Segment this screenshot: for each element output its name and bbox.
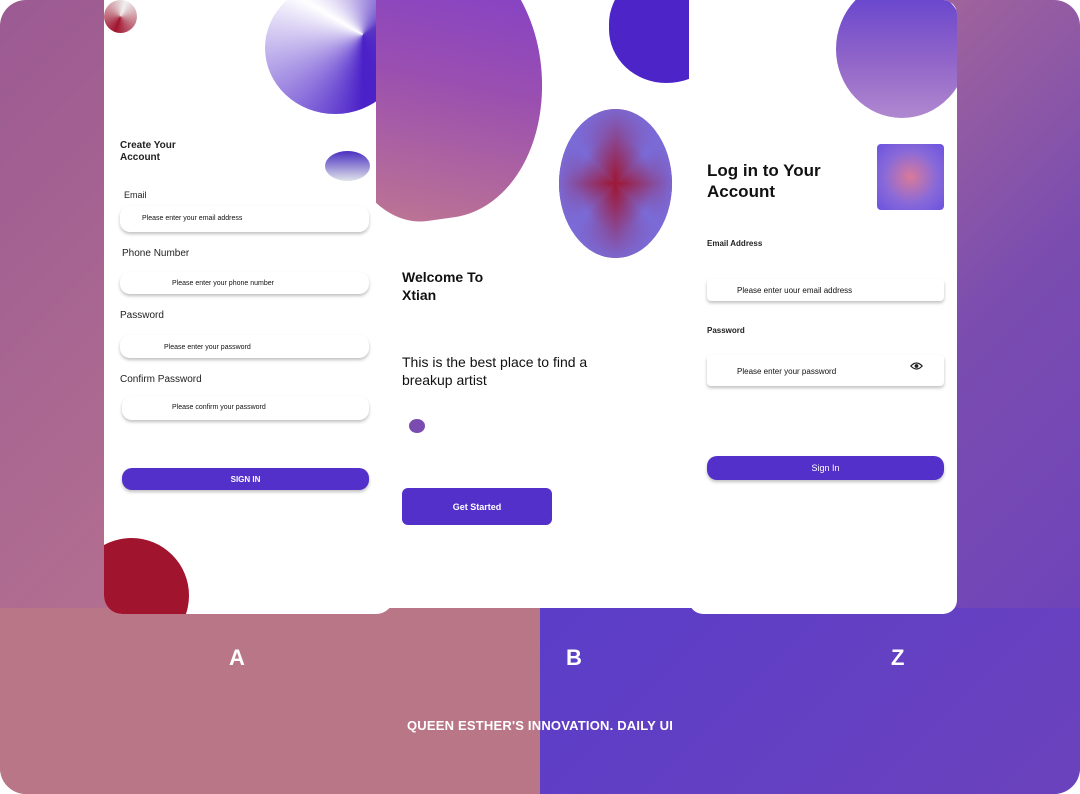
decorative-ellipse-overlay xyxy=(559,109,672,258)
login-screen: Log in to Your Account Email Address Ple… xyxy=(689,0,957,614)
password-label: Password xyxy=(120,310,164,321)
email-field[interactable]: Please enter uour email address xyxy=(707,279,944,301)
footer-credit: QUEEN ESTHER'S INNOVATION. DAILY UI xyxy=(406,718,674,733)
decorative-blob-top xyxy=(265,0,394,114)
caption-b: B xyxy=(566,645,582,670)
create-account-screen: Create Your Account Email Please enter y… xyxy=(104,0,394,614)
password-placeholder: Please enter your password xyxy=(164,344,251,351)
page-subtitle: This is the best place to find a breakup… xyxy=(402,354,588,388)
presentation-canvas: Create Your Account Email Please enter y… xyxy=(0,0,1080,794)
caption-c: Z xyxy=(891,645,905,670)
password-placeholder: Please enter your password xyxy=(737,367,837,376)
decorative-blob-top xyxy=(376,0,561,231)
phone-field[interactable]: Please enter your phone number xyxy=(120,272,369,294)
email-label: Email Address xyxy=(707,239,763,248)
confirm-password-label: Confirm Password xyxy=(120,374,202,385)
decorative-blob-top xyxy=(836,0,957,118)
welcome-screen: Welcome To Xtian This is the best place … xyxy=(376,0,696,608)
background-right-panel xyxy=(540,608,1080,794)
password-label: Password xyxy=(707,326,745,335)
corner-badge-shape xyxy=(104,0,137,33)
page-indicator-dot[interactable] xyxy=(409,419,425,433)
eye-icon[interactable] xyxy=(910,361,923,371)
confirm-password-placeholder: Please confirm your password xyxy=(172,404,266,411)
decorative-pill-shape xyxy=(325,151,370,181)
phone-placeholder: Please enter your phone number xyxy=(172,280,274,287)
email-placeholder: Please enter uour email address xyxy=(737,286,853,295)
page-title: Welcome To Xtian xyxy=(402,269,484,303)
caption-a: A xyxy=(229,645,245,670)
page-title: Log in to Your Account xyxy=(707,161,821,201)
get-started-button[interactable]: Get Started xyxy=(402,488,552,525)
email-field[interactable]: Please enter your email address xyxy=(120,206,369,232)
phone-label: Phone Number xyxy=(122,248,190,259)
email-placeholder: Please enter your email address xyxy=(142,215,243,222)
sign-in-button[interactable]: Sign In xyxy=(707,456,944,480)
email-label: Email xyxy=(124,190,147,200)
password-field[interactable]: Please enter your password xyxy=(120,335,369,358)
decorative-square xyxy=(877,144,944,210)
sign-in-button[interactable]: SIGN IN xyxy=(122,468,369,490)
confirm-password-field[interactable]: Please confirm your password xyxy=(122,396,369,420)
password-field[interactable]: Please enter your password xyxy=(707,355,944,386)
decorative-blob-top-right xyxy=(609,0,696,83)
decorative-blob-bottom xyxy=(104,538,189,614)
page-title: Create Your Account xyxy=(120,140,176,163)
background-left-panel xyxy=(0,608,540,794)
